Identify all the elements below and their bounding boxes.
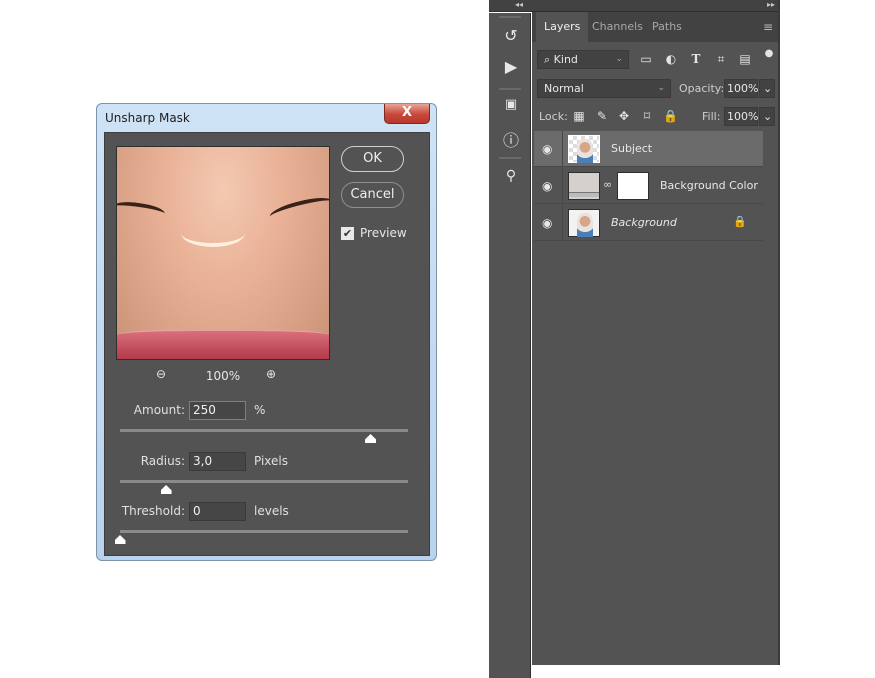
- chevron-down-icon: ⌄: [657, 83, 665, 93]
- threshold-label: Threshold:: [121, 504, 185, 518]
- panel-right-edge: [778, 0, 780, 665]
- type-filter-icon[interactable]: T: [688, 52, 704, 66]
- info-icon[interactable]: ⓘ: [501, 127, 521, 151]
- radius-slider-thumb[interactable]: [160, 485, 172, 494]
- layer-thumbnail[interactable]: [568, 135, 600, 163]
- amount-slider-thumb[interactable]: [365, 434, 377, 443]
- layer-row-background[interactable]: ◉ Background 🔒: [534, 205, 763, 241]
- visibility-eye-icon[interactable]: ◉: [542, 216, 552, 230]
- threshold-unit: levels: [254, 504, 289, 518]
- dialog-body: ⊖ 100% ⊕ OK Cancel ✔ Preview Amount: 250 …: [104, 132, 430, 556]
- radius-label: Radius:: [140, 454, 185, 468]
- lock-position-move-icon[interactable]: ✥: [617, 109, 631, 123]
- fill-layer-thumbnail[interactable]: [568, 172, 600, 200]
- fill-dropdown-button[interactable]: ⌄: [759, 107, 775, 126]
- actions-play-icon[interactable]: ▶: [501, 57, 521, 76]
- check-icon[interactable]: ✔: [341, 227, 354, 240]
- collapse-left-icon[interactable]: ◂◂: [515, 0, 523, 9]
- chevron-down-icon: ⌄: [763, 110, 773, 123]
- opacity-dropdown-button[interactable]: ⌄: [759, 79, 775, 98]
- threshold-slider-track[interactable]: [120, 530, 408, 533]
- eye-column-divider: [562, 168, 563, 204]
- ok-button[interactable]: OK: [341, 146, 404, 172]
- layer-thumbnail[interactable]: [568, 209, 600, 237]
- preview-nose: [181, 219, 245, 247]
- fill-input[interactable]: 100%: [724, 107, 758, 126]
- lock-all-icon[interactable]: 🔒: [663, 109, 678, 123]
- panel-menu-icon[interactable]: ≡: [763, 20, 773, 34]
- chain-link-icon[interactable]: ∞: [603, 178, 612, 191]
- filter-toggle[interactable]: ●: [761, 48, 777, 59]
- fill-label: Fill:: [702, 110, 721, 123]
- fill-indicator: [569, 192, 599, 197]
- search-icon: ⌕: [544, 53, 551, 66]
- chevron-down-icon: ⌄: [763, 82, 773, 95]
- preview-lip: [117, 329, 329, 359]
- preview-image[interactable]: [116, 146, 330, 360]
- layers-panel: Layers Channels Paths ≡ ⌕ Kind ⌄ ▭ ◐ T ⌗…: [532, 12, 779, 665]
- layer-row-background-color[interactable]: ◉ ∞ Background Color: [534, 168, 763, 204]
- smart-object-filter-icon[interactable]: ▤: [737, 52, 753, 66]
- libraries-icon[interactable]: ▣: [501, 97, 521, 112]
- cancel-button[interactable]: Cancel: [341, 182, 404, 208]
- history-icon[interactable]: ↺: [501, 26, 521, 45]
- subject-figure: [577, 139, 593, 163]
- unsharp-mask-dialog: Unsharp Mask X ⊖ 100% ⊕ OK Cancel ✔ Previ…: [96, 103, 437, 561]
- eye-column-divider: [562, 131, 563, 167]
- amount-input[interactable]: 250: [189, 401, 246, 420]
- threshold-slider-thumb[interactable]: [114, 535, 126, 544]
- layer-name[interactable]: Background: [611, 216, 677, 229]
- collapse-right-icon[interactable]: ▸▸: [767, 0, 775, 9]
- panel-tabs: Layers Channels Paths ≡: [532, 12, 779, 42]
- amount-unit: %: [254, 403, 266, 417]
- lock-image-brush-icon[interactable]: ✎: [595, 109, 609, 123]
- amount-label: Amount:: [133, 403, 185, 417]
- dock-grip[interactable]: [499, 88, 521, 90]
- zoom-level: 100%: [205, 369, 241, 383]
- chevron-down-icon: ⌄: [615, 54, 623, 64]
- opacity-label: Opacity:: [679, 82, 725, 95]
- lock-label: Lock:: [539, 110, 568, 123]
- blend-mode-value: Normal: [544, 82, 584, 95]
- dock-grip[interactable]: [499, 16, 521, 18]
- radius-input[interactable]: 3,0: [189, 452, 246, 471]
- layer-name[interactable]: Subject: [611, 142, 652, 155]
- filter-kind-value: Kind: [553, 53, 578, 66]
- amount-slider-track[interactable]: [120, 429, 408, 432]
- preview-eyelid-left: [117, 199, 166, 221]
- visibility-eye-icon[interactable]: ◉: [542, 179, 552, 193]
- tab-channels[interactable]: Channels: [584, 12, 651, 42]
- tool-dock: ↺ ▶ ▣ ⓘ ⚲: [489, 13, 531, 678]
- pixel-filter-icon[interactable]: ▭: [638, 52, 654, 66]
- preview-label: Preview: [360, 226, 407, 240]
- lock-transparent-icon[interactable]: ▦: [572, 109, 586, 123]
- tab-paths[interactable]: Paths: [644, 12, 690, 42]
- zoom-in-icon[interactable]: ⊕: [266, 367, 276, 381]
- preview-eyelid-right: [268, 193, 329, 225]
- close-button[interactable]: X: [384, 104, 430, 124]
- preview-zoom-controls: ⊖ 100% ⊕: [116, 367, 330, 385]
- dialog-title: Unsharp Mask: [105, 111, 190, 125]
- threshold-input[interactable]: 0: [189, 502, 246, 521]
- layer-name[interactable]: Background Color: [660, 179, 758, 192]
- layer-row-subject[interactable]: ◉ Subject: [534, 131, 763, 167]
- radius-slider-track[interactable]: [120, 480, 408, 483]
- clone-source-icon[interactable]: ⚲: [501, 168, 521, 184]
- subject-figure: [577, 213, 593, 237]
- lock-artboard-icon[interactable]: ⌑: [640, 109, 654, 123]
- eye-column-divider: [562, 205, 563, 241]
- opacity-input[interactable]: 100%: [724, 79, 758, 98]
- layer-mask-thumbnail[interactable]: [617, 172, 649, 200]
- tab-layers[interactable]: Layers: [536, 12, 589, 42]
- blend-mode-dropdown[interactable]: Normal ⌄: [537, 79, 671, 98]
- shape-filter-icon[interactable]: ⌗: [713, 52, 729, 67]
- radius-unit: Pixels: [254, 454, 289, 468]
- preview-checkbox[interactable]: ✔ Preview: [341, 226, 407, 240]
- visibility-eye-icon[interactable]: ◉: [542, 142, 552, 156]
- dock-grip[interactable]: [499, 157, 521, 159]
- layer-lock-icon[interactable]: 🔒: [733, 215, 747, 228]
- filter-kind-dropdown[interactable]: ⌕ Kind ⌄: [537, 50, 629, 69]
- panel-top-bar: ◂◂ ▸▸: [489, 0, 779, 12]
- adjustment-filter-icon[interactable]: ◐: [663, 52, 679, 66]
